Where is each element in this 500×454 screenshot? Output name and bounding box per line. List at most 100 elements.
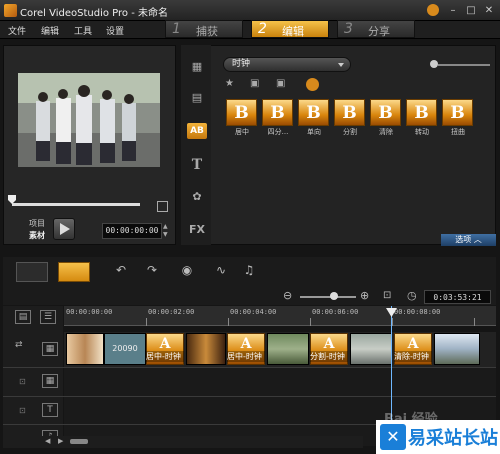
timeline-duration: 0:03:53:21 xyxy=(424,290,491,304)
transition-tile[interactable]: B xyxy=(262,99,293,126)
play-icon xyxy=(60,223,70,235)
transition-clip-label: 居中-时钟 xyxy=(227,351,265,362)
overlay-track-icon[interactable]: ▦ xyxy=(42,374,58,388)
transition-tile[interactable]: B xyxy=(298,99,329,126)
record-capture-icon[interactable]: ◉ xyxy=(176,263,198,281)
scroll-right-icon[interactable]: ▶ xyxy=(58,437,63,445)
sound-mixer-icon[interactable]: ∿ xyxy=(210,263,232,281)
video-clip[interactable] xyxy=(350,333,392,365)
instant-project-icon[interactable]: ▤ xyxy=(187,91,207,107)
track-divider xyxy=(3,367,496,368)
thumbnail-zoom-handle[interactable] xyxy=(430,60,438,68)
video-track-icon[interactable]: ▦ xyxy=(42,342,58,356)
step-label: 编辑 xyxy=(282,25,304,38)
clip-mode-label[interactable]: 素材 xyxy=(29,230,45,241)
transition-tile[interactable]: B xyxy=(442,99,473,126)
zoom-in-icon[interactable]: ⊕ xyxy=(360,289,369,302)
video-clip[interactable]: 20090 xyxy=(104,333,146,365)
site-watermark-text: 易采站长站 xyxy=(408,428,498,449)
step-number: 2 xyxy=(258,21,267,37)
ruler-label: 00:00:06:00 xyxy=(312,308,359,316)
ripple-edit-icon[interactable]: ⇄ xyxy=(15,340,23,350)
clock-icon: ◷ xyxy=(407,289,417,302)
apply-to-all-icon[interactable]: ▣ xyxy=(276,78,288,90)
maximize-button[interactable]: □ xyxy=(464,4,478,17)
filter-icon[interactable]: FX xyxy=(187,223,207,239)
ruler-tick xyxy=(392,318,393,326)
transition-tile[interactable]: B xyxy=(226,99,257,126)
menu-settings[interactable]: 设置 xyxy=(106,24,124,37)
fit-project-icon[interactable]: ⊡ xyxy=(383,290,391,301)
player-timecode[interactable]: 00:00:00:00 xyxy=(102,223,162,239)
tab-edit[interactable]: 2 编辑 xyxy=(251,20,329,38)
minimize-button[interactable]: – xyxy=(446,4,460,17)
zoom-out-icon[interactable]: ⊖ xyxy=(283,289,292,302)
video-clip[interactable] xyxy=(66,333,104,365)
undo-icon[interactable]: ↶ xyxy=(110,263,132,281)
favorites-icon[interactable]: ★ xyxy=(225,78,237,90)
ruler-tick xyxy=(228,318,229,326)
ruler-tick xyxy=(146,318,147,326)
lock-icon[interactable]: ⊡ xyxy=(19,377,26,386)
category-dropdown[interactable]: 时钟 xyxy=(223,57,351,72)
redo-icon[interactable]: ↷ xyxy=(141,263,163,281)
thumbnail-zoom-slider[interactable] xyxy=(438,64,490,66)
preview-image xyxy=(18,73,160,167)
tab-share[interactable]: 3 分享 xyxy=(337,20,415,38)
options-button[interactable]: 选项 ︿ xyxy=(441,234,496,246)
chapter-point-icon[interactable]: ☰ xyxy=(40,310,56,324)
menu-tools[interactable]: 工具 xyxy=(74,24,92,37)
title-icon[interactable]: T xyxy=(187,157,207,173)
site-logo-icon: ✕ xyxy=(380,424,406,450)
title-track-icon[interactable]: T xyxy=(42,403,58,417)
video-clip[interactable] xyxy=(267,333,309,365)
help-icon[interactable] xyxy=(427,4,439,16)
add-to-favorites-icon[interactable]: ▣ xyxy=(250,78,262,90)
window-title: Corel VideoStudio Pro - 未命名 xyxy=(20,8,168,19)
scroll-thumb[interactable] xyxy=(70,439,88,444)
lock-icon[interactable]: ⊡ xyxy=(19,406,26,415)
graphic-icon[interactable]: ✿ xyxy=(187,190,207,206)
storyboard-view-button[interactable] xyxy=(16,262,48,282)
project-mode-label[interactable]: 项目 xyxy=(29,218,45,229)
chevron-down-icon xyxy=(338,63,344,67)
transition-label: 分割 xyxy=(343,128,357,136)
transition-label: 四分... xyxy=(267,128,289,136)
menu-file[interactable]: 文件 xyxy=(8,24,26,37)
video-clip[interactable] xyxy=(434,333,480,365)
scroll-left-icon[interactable]: ◀ xyxy=(45,437,50,445)
track-manager-icon[interactable]: ▤ xyxy=(15,310,31,324)
timeline-zoom-handle[interactable] xyxy=(330,292,338,300)
media-icon[interactable]: ▦ xyxy=(187,60,207,76)
transition-tile[interactable]: B xyxy=(406,99,437,126)
enlarge-preview-icon[interactable] xyxy=(157,201,168,212)
transition-label: 单向 xyxy=(307,128,321,136)
ruler-label: 00:00:04:00 xyxy=(230,308,277,316)
close-button[interactable]: ✕ xyxy=(482,4,496,17)
menu-edit[interactable]: 编辑 xyxy=(41,24,59,37)
step-number: 3 xyxy=(344,21,353,37)
timeline-view-button[interactable] xyxy=(58,262,90,282)
ruler-tick xyxy=(474,318,475,326)
transition-label: 清除 xyxy=(379,128,393,136)
preview-window xyxy=(18,73,160,167)
transition-tile[interactable]: B xyxy=(334,99,365,126)
horizontal-scrollbar[interactable] xyxy=(3,436,363,448)
tab-capture[interactable]: 1 捕获 xyxy=(165,20,243,38)
ruler-tick xyxy=(310,318,311,326)
ruler-label: 00:00:00:00 xyxy=(66,308,113,316)
transition-tile[interactable]: B xyxy=(370,99,401,126)
video-clip[interactable] xyxy=(186,333,226,365)
transition-settings-icon[interactable] xyxy=(306,78,319,91)
timeline-zoom-slider[interactable] xyxy=(300,296,356,298)
library-panel xyxy=(181,45,496,245)
timecode-spinner-icon[interactable]: ▲ ▼ xyxy=(163,223,170,239)
step-label: 分享 xyxy=(368,25,390,38)
app-logo-icon xyxy=(4,4,17,17)
transition-icon[interactable]: AB xyxy=(187,123,207,139)
auto-music-icon[interactable]: ♫ xyxy=(238,263,260,281)
play-button[interactable] xyxy=(53,218,75,240)
chevron-up-icon: ︿ xyxy=(473,235,482,244)
transition-clip-label: 居中-时钟 xyxy=(146,351,184,362)
scrub-bar[interactable] xyxy=(12,203,140,206)
